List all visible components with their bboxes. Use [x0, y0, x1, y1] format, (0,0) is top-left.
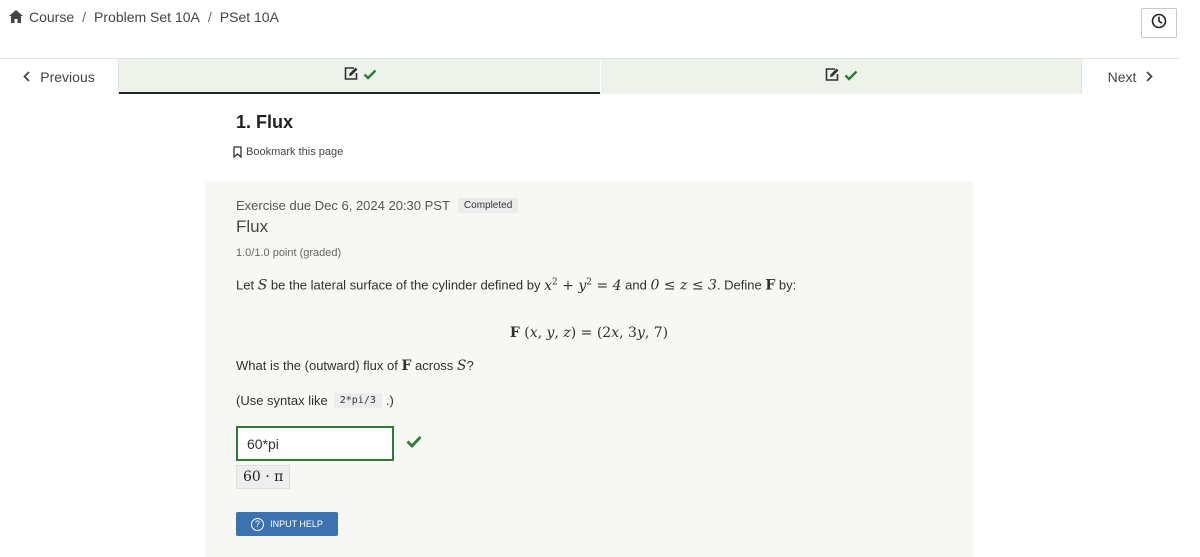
syntax-code: 2*pi/3: [333, 393, 382, 408]
unit-title: 1. Flux: [236, 112, 294, 132]
bookmark-button[interactable]: Bookmark this page: [233, 146, 343, 158]
breadcrumb-separator: /: [82, 9, 87, 25]
syntax-prefix: (Use syntax like: [236, 393, 328, 408]
edit-icon: [343, 66, 359, 86]
clock-icon: [1151, 13, 1167, 34]
answer-input[interactable]: [236, 426, 394, 461]
breadcrumb: Course / Problem Set 10A / PSet 10A: [8, 9, 279, 25]
problem-statement: Let S be the lateral surface of the cyli…: [236, 277, 796, 294]
timer-button[interactable]: [1141, 8, 1177, 38]
statement-text: and: [621, 277, 651, 293]
sequence-tab-1[interactable]: [119, 59, 600, 94]
next-label: Next: [1107, 68, 1137, 85]
next-button[interactable]: Next: [1081, 59, 1179, 94]
check-icon: [406, 435, 422, 453]
due-text: Exercise due Dec 6, 2024 20:30 PST: [236, 198, 450, 213]
breadcrumb-course[interactable]: Course: [29, 9, 74, 25]
sequence-tab-2[interactable]: [601, 59, 1081, 94]
breadcrumb-problem-set[interactable]: Problem Set 10A: [94, 9, 200, 25]
syntax-suffix: .): [385, 393, 394, 408]
input-help-label: INPUT HELP: [270, 519, 323, 529]
points-label: 1.0/1.0 point (graded): [236, 247, 342, 259]
problem-title: Flux: [236, 217, 269, 236]
question-fragment: ?: [466, 358, 474, 373]
breadcrumb-pset[interactable]: PSet 10A: [220, 9, 279, 25]
check-icon: [363, 67, 377, 85]
previous-label: Previous: [40, 68, 95, 85]
status-badge: Completed: [457, 198, 519, 213]
check-icon: [844, 68, 858, 86]
home-icon[interactable]: [8, 9, 24, 25]
answer-preview: 60 · π: [236, 465, 291, 489]
math-f: F: [401, 358, 412, 374]
math-s: S: [257, 277, 268, 294]
question-fragment: What is the (outward) flux of: [236, 358, 402, 373]
due-date: Exercise due Dec 6, 2024 20:30 PST Compl…: [236, 198, 519, 213]
breadcrumb-separator: /: [207, 9, 212, 25]
vector-field-equation: F (x, y, z) = (2x, 3y, 7): [509, 325, 669, 341]
sequence-nav: Previous Next: [0, 58, 1179, 94]
syntax-hint: (Use syntax like 2*pi/3 .): [236, 393, 394, 408]
statement-text: be the lateral surface of the cylinder d…: [267, 277, 545, 293]
statement-text: . Define: [716, 277, 766, 293]
input-help-button[interactable]: ? INPUT HELP: [236, 512, 338, 536]
math-s: S: [456, 358, 467, 374]
bookmark-label: Bookmark this page: [246, 146, 344, 158]
chevron-left-icon: [23, 71, 30, 82]
math-f: F: [765, 277, 776, 294]
edit-icon: [824, 67, 840, 87]
question-text: What is the (outward) flux of F across S…: [236, 358, 474, 374]
statement-text: Let: [236, 277, 258, 293]
previous-button[interactable]: Previous: [0, 59, 119, 94]
chevron-right-icon: [1146, 71, 1154, 82]
question-fragment: across: [411, 358, 457, 373]
math-cylinder-equation: x2 + y2 = 4: [544, 277, 622, 294]
math-z-range: 0 ≤ z ≤ 3: [650, 277, 717, 294]
problem-card: Exercise due Dec 6, 2024 20:30 PST Compl…: [205, 181, 973, 557]
question-circle-icon: ?: [251, 517, 265, 531]
bookmark-icon: [233, 146, 246, 158]
statement-text: by:: [775, 277, 797, 293]
